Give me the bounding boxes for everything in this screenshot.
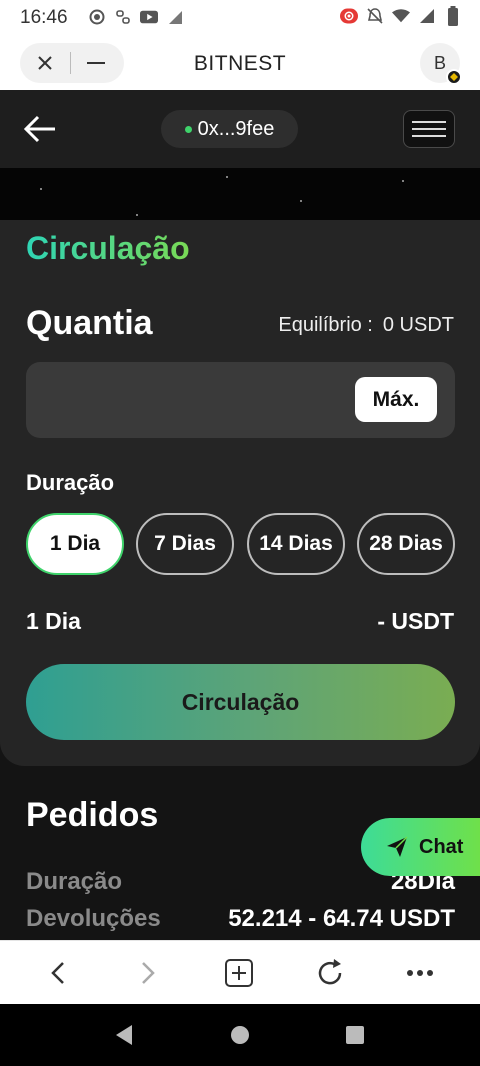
record-icon	[88, 8, 106, 26]
system-recents-button[interactable]	[343, 1023, 367, 1047]
duration-options: 1 Dia 7 Dias 14 Dias 28 Dias	[26, 513, 456, 577]
browser-bottom-bar	[0, 940, 480, 1004]
back-button[interactable]	[22, 112, 62, 146]
chat-label: Chat	[419, 835, 464, 858]
duration-option-14-days[interactable]: 14 Dias	[247, 513, 345, 575]
triangle-back-icon	[116, 1025, 132, 1045]
duration-option-1-day[interactable]: 1 Dia	[26, 513, 124, 575]
new-tab-icon	[225, 959, 253, 987]
circulation-submit-button[interactable]: Circulação	[26, 664, 455, 740]
screen-record-icon	[340, 7, 358, 25]
home-circle-icon	[231, 1026, 249, 1044]
new-tab-button[interactable]	[221, 955, 257, 991]
more-icon	[407, 970, 433, 976]
amount-label: Quantia	[26, 304, 153, 342]
star	[136, 214, 138, 216]
star	[300, 200, 302, 202]
system-back-button[interactable]	[112, 1023, 136, 1047]
reload-button[interactable]	[312, 955, 348, 991]
order-row-label: Devoluções	[26, 905, 161, 932]
wifi-icon	[392, 7, 410, 25]
youtube-icon	[140, 8, 158, 26]
signal-icon	[418, 7, 436, 25]
amount-field-container: Máx.	[26, 362, 455, 438]
status-left-icons	[88, 8, 184, 26]
star	[226, 176, 228, 178]
back-arrow-icon	[23, 115, 55, 143]
connected-dot-icon	[184, 125, 192, 133]
recents-square-icon	[346, 1026, 364, 1044]
order-row-label: Duração	[26, 868, 123, 895]
browser-top-bar: BITNEST B	[0, 36, 480, 90]
duration-label: Duração	[26, 470, 115, 495]
menu-line	[412, 135, 446, 137]
mute-icon	[366, 7, 384, 25]
wallet-address-pill[interactable]: 0x...9fee	[161, 110, 298, 148]
order-row-value: 52.214 - 64.74 USDT	[228, 905, 455, 932]
more-button[interactable]	[402, 955, 438, 991]
avatar[interactable]: B	[420, 43, 462, 85]
signal-icon	[166, 8, 184, 26]
star	[40, 188, 42, 190]
badge-icon	[446, 69, 462, 85]
order-row: Devoluções 52.214 - 64.74 USDT	[26, 905, 455, 933]
summary-returns: - USDT	[377, 608, 454, 634]
max-button[interactable]: Máx.	[355, 377, 437, 422]
menu-line	[412, 128, 446, 130]
link-icon	[114, 8, 132, 26]
wallet-address: 0x...9fee	[197, 117, 275, 140]
reload-icon	[318, 959, 342, 985]
balance-label: Equilíbrio :	[278, 314, 373, 336]
battery-icon	[444, 6, 462, 26]
back-icon	[51, 962, 64, 984]
balance-value: 0 USDT	[382, 314, 454, 336]
balance: Equilíbrio : 0 USDT	[278, 314, 454, 337]
app-header: 0x...9fee	[0, 90, 480, 168]
summary-duration: 1 Dia	[26, 608, 81, 634]
system-home-button[interactable]	[228, 1023, 252, 1047]
system-nav-bar	[0, 1004, 480, 1066]
status-time: 16:46	[20, 7, 68, 28]
forward-icon	[142, 962, 155, 984]
menu-line	[412, 121, 446, 123]
avatar-letter: B	[433, 52, 446, 73]
starfield-banner	[0, 168, 480, 220]
send-icon	[387, 836, 408, 857]
status-right-icons	[340, 6, 462, 26]
browser-forward-button[interactable]	[130, 955, 166, 991]
duration-option-28-days[interactable]: 28 Dias	[357, 513, 455, 575]
status-bar: 16:46	[0, 0, 480, 36]
amount-input[interactable]	[40, 380, 340, 420]
card-title: Circulação	[26, 230, 190, 266]
duration-option-7-days[interactable]: 7 Dias	[136, 513, 234, 575]
circulation-card: Circulação Quantia Equilíbrio : 0 USDT M…	[0, 220, 480, 766]
chat-button[interactable]: Chat	[361, 818, 480, 876]
page-title: BITNEST	[193, 52, 287, 75]
orders-title: Pedidos	[26, 796, 159, 834]
menu-button[interactable]	[403, 110, 455, 148]
browser-back-button[interactable]	[40, 955, 76, 991]
star	[402, 180, 404, 182]
